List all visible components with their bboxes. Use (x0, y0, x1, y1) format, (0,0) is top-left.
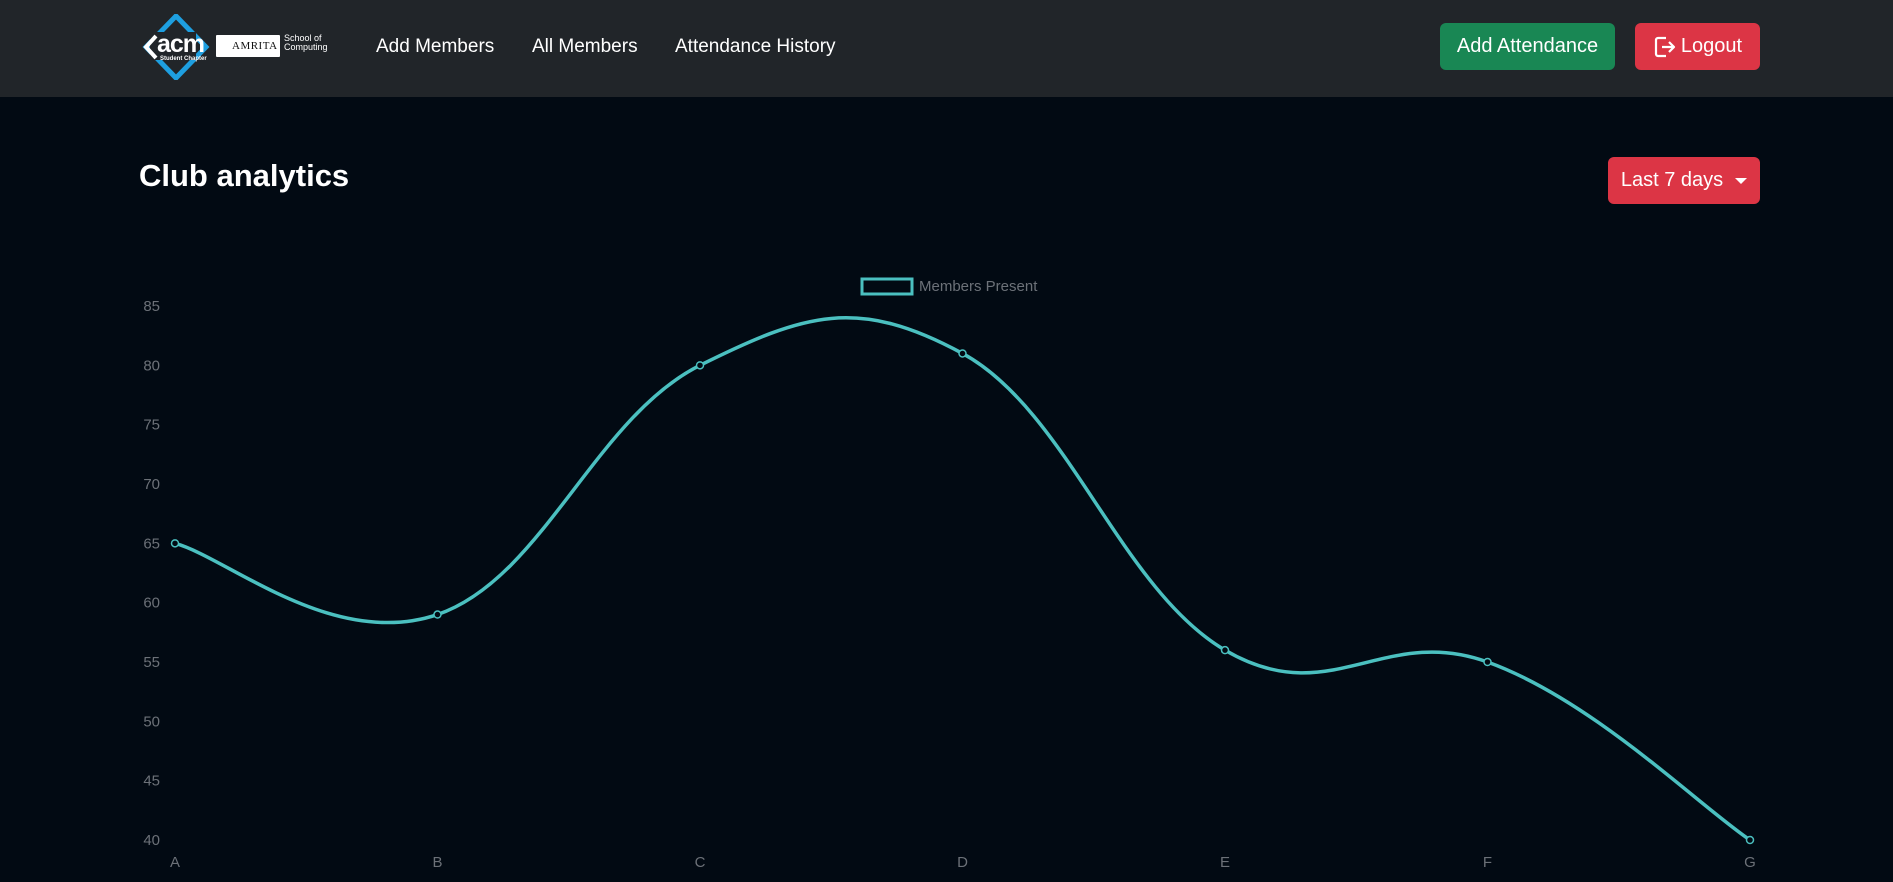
y-tick-label: 70 (143, 476, 160, 493)
attendance-line-chart: Members Present 40 45 50 55 60 65 70 75 80 85 A B C… (143, 277, 1756, 871)
legend-swatch (860, 277, 914, 296)
x-tick-label: A (170, 854, 180, 871)
y-tick-label: 75 (143, 417, 160, 434)
data-point[interactable] (1483, 657, 1492, 667)
data-point[interactable] (1220, 645, 1230, 655)
y-axis: 40 45 50 55 60 65 70 75 80 85 (143, 298, 160, 849)
series-line-members-present (174, 316, 1751, 842)
legend-label: Members Present (919, 278, 1038, 295)
y-tick-label: 50 (143, 713, 160, 730)
x-tick-label: E (1220, 854, 1230, 871)
data-point[interactable] (1745, 835, 1755, 845)
y-tick-label: 45 (143, 773, 160, 790)
data-point[interactable] (433, 610, 442, 619)
chart-legend: Members Present (860, 277, 1038, 296)
x-tick-label: F (1483, 854, 1492, 871)
x-tick-label: C (695, 854, 706, 871)
y-tick-label: 65 (143, 535, 160, 552)
y-tick-label: 80 (143, 357, 160, 374)
data-point[interactable] (958, 349, 967, 358)
x-tick-label: B (432, 854, 442, 871)
y-tick-label: 55 (143, 654, 160, 671)
x-tick-label: G (1744, 854, 1756, 871)
data-point[interactable] (695, 361, 705, 370)
x-tick-label: D (957, 854, 968, 871)
y-tick-label: 40 (143, 832, 160, 849)
x-axis: A B C D E F G (170, 854, 1756, 871)
y-tick-label: 85 (143, 298, 160, 315)
y-tick-label: 60 (143, 595, 160, 612)
data-point[interactable] (170, 539, 180, 548)
data-points (170, 349, 1755, 845)
